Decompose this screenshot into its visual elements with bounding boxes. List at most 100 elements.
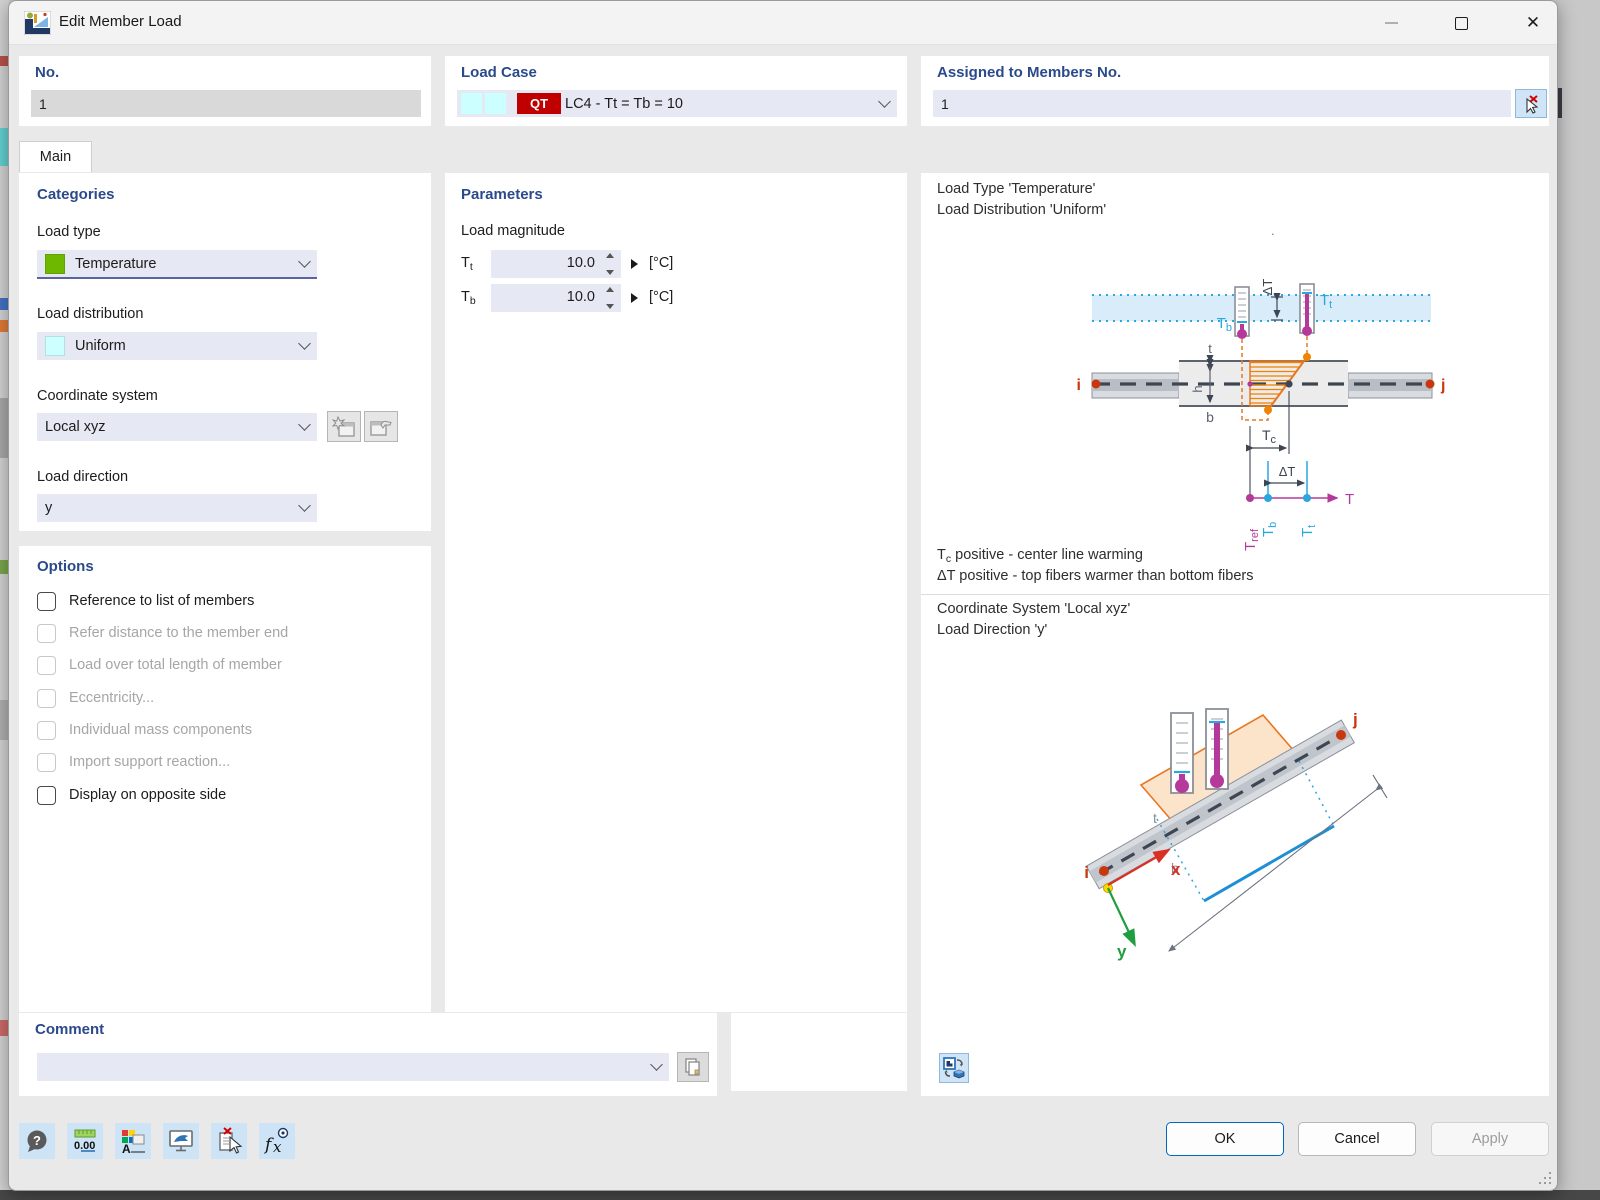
assigned-panel: Assigned to Members No. 1 xyxy=(921,56,1549,126)
comment-select[interactable] xyxy=(37,1053,669,1081)
thermometer-icon xyxy=(1206,709,1228,789)
spin-down-icon[interactable] xyxy=(606,270,614,275)
checkbox xyxy=(37,753,56,772)
spin-down-icon[interactable] xyxy=(606,304,614,309)
coordinate-system-select[interactable]: Local xyz xyxy=(37,413,317,441)
checkbox xyxy=(37,721,56,740)
svg-text:x: x xyxy=(273,1138,282,1155)
checkbox[interactable] xyxy=(37,786,56,805)
toggle-2d-3d-icon xyxy=(942,1056,966,1080)
option-row: Individual mass components xyxy=(37,717,252,743)
checkbox xyxy=(37,656,56,675)
units-settings-button[interactable]: 0.00 xyxy=(67,1123,103,1159)
background-statusbar xyxy=(0,1190,1600,1200)
ok-button[interactable]: OK xyxy=(1166,1122,1284,1156)
coordinate-system-value: Local xyz xyxy=(45,419,105,435)
tt-detail-button[interactable] xyxy=(631,259,638,269)
help-button[interactable]: ? xyxy=(19,1123,55,1159)
display-properties-button[interactable]: A xyxy=(115,1123,151,1159)
svg-text:A: A xyxy=(122,1142,131,1155)
option-label: Eccentricity... xyxy=(69,690,154,706)
cancel-button[interactable]: Cancel xyxy=(1298,1122,1416,1156)
cancel-label: Cancel xyxy=(1334,1131,1379,1147)
option-row: Load over total length of member xyxy=(37,652,282,678)
option-label: Import support reaction... xyxy=(69,754,230,770)
tt-input[interactable]: 10.0 xyxy=(491,250,621,278)
node-i-label: i xyxy=(1084,863,1089,882)
load-case-select[interactable]: QT LC4 - Tt = Tb = 10 xyxy=(457,90,897,117)
new-coordinate-system-button[interactable] xyxy=(327,411,361,442)
parameters-panel: Parameters Load magnitude Tt 10.0 [°C] T… xyxy=(445,173,907,1012)
assigned-value: 1 xyxy=(941,96,949,112)
toggle-2d-3d-button[interactable] xyxy=(939,1053,969,1083)
tb-input[interactable]: 10.0 xyxy=(491,284,621,312)
new-window-star-icon xyxy=(332,416,356,438)
option-row: Reference to list of members xyxy=(37,588,254,614)
preview-load-distribution-text: Load Distribution 'Uniform' xyxy=(937,202,1106,218)
option-row: Import support reaction... xyxy=(37,749,230,775)
delete-load-button[interactable] xyxy=(211,1123,247,1159)
close-button[interactable]: ✕ xyxy=(1513,7,1553,39)
tb-spinner[interactable] xyxy=(604,287,616,309)
load-direction-value: y xyxy=(45,500,52,516)
select-pointer-icon xyxy=(1521,94,1541,114)
tref-axis-label: Tref xyxy=(1242,528,1261,551)
local-axes-diagram: i j xyxy=(921,647,1549,1039)
categories-panel: Categories Load type Temperature Load di… xyxy=(19,173,431,531)
spin-up-icon[interactable] xyxy=(606,287,614,292)
load-distribution-select[interactable]: Uniform xyxy=(37,332,317,360)
select-members-button[interactable] xyxy=(1515,89,1547,118)
thermometer-icon xyxy=(1171,713,1193,793)
assigned-field[interactable]: 1 xyxy=(933,90,1511,117)
parameters-title: Parameters xyxy=(461,186,543,203)
node-i-label: i xyxy=(1077,377,1081,394)
checkbox xyxy=(37,624,56,643)
tab-main[interactable]: Main xyxy=(19,141,92,172)
chevron-down-icon xyxy=(298,255,311,268)
y-axis-label: y xyxy=(1117,942,1127,961)
dim-t-label: t xyxy=(1153,810,1157,826)
rendering-button[interactable] xyxy=(163,1123,199,1159)
t-axis-label: T xyxy=(1345,491,1354,508)
x-axis-label: x xyxy=(1171,860,1181,879)
checkbox xyxy=(37,689,56,708)
chevron-down-icon xyxy=(878,95,891,108)
temperature-diagram: . i j t h xyxy=(921,221,1549,556)
load-case-label: Load Case xyxy=(461,64,537,81)
load-type-select[interactable]: Temperature xyxy=(37,250,317,279)
categories-title: Categories xyxy=(37,186,115,203)
load-case-color-swatch xyxy=(461,93,482,114)
app-logo-icon xyxy=(24,11,51,35)
load-case-color-swatch xyxy=(485,93,506,114)
formula-button[interactable]: f x xyxy=(259,1123,295,1159)
preview-panel: Load Type 'Temperature' Load Distributio… xyxy=(921,173,1549,1096)
comment-panel: Comment xyxy=(19,1013,717,1096)
separator xyxy=(921,594,1549,595)
svg-text:?: ? xyxy=(33,1133,41,1148)
comment-templates-button[interactable] xyxy=(677,1052,709,1082)
edit-coordinate-system-button[interactable] xyxy=(364,411,398,442)
tb-value: 10.0 xyxy=(567,289,595,305)
maximize-button[interactable] xyxy=(1441,7,1481,39)
tb-detail-button[interactable] xyxy=(631,293,638,303)
tab-main-label: Main xyxy=(40,149,71,165)
title-bar[interactable]: Edit Member Load ✕ xyxy=(9,1,1557,45)
resize-grip[interactable] xyxy=(1537,1170,1551,1184)
option-row: Display on opposite side xyxy=(37,782,226,808)
dim-h-label: h xyxy=(1190,385,1205,392)
coordinate-system-label: Coordinate system xyxy=(37,388,158,404)
monitor-icon xyxy=(167,1127,195,1155)
no-field: 1 xyxy=(31,90,421,117)
checkbox[interactable] xyxy=(37,592,56,611)
thermometer-tb-icon xyxy=(1235,287,1249,339)
chevron-down-icon xyxy=(650,1058,663,1071)
assigned-label: Assigned to Members No. xyxy=(937,64,1121,81)
load-direction-select[interactable]: y xyxy=(37,494,317,522)
chevron-down-icon xyxy=(298,418,311,431)
node-j-label: j xyxy=(1352,710,1358,729)
display-properties-icon: A xyxy=(119,1127,147,1155)
tt-spinner[interactable] xyxy=(604,253,616,275)
dim-b-label: b xyxy=(1206,409,1214,425)
preview-load-direction-text: Load Direction 'y' xyxy=(937,622,1047,638)
spin-up-icon[interactable] xyxy=(606,253,614,258)
